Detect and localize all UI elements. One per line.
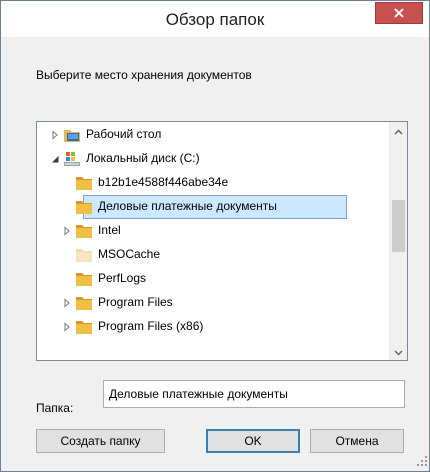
scroll-thumb[interactable] — [392, 200, 405, 252]
folder-icon — [75, 198, 93, 216]
scroll-down-button[interactable] — [390, 343, 407, 360]
tree-item-selected[interactable]: Деловые платежные документы — [37, 195, 387, 219]
folder-icon — [75, 294, 93, 312]
cancel-button[interactable]: Отмена — [310, 429, 404, 453]
scroll-up-button[interactable] — [390, 122, 407, 139]
tree-item[interactable]: Program Files — [37, 291, 387, 314]
tree-item-label: Program Files (x86) — [98, 319, 204, 333]
tree-item-label: Рабочий стол — [86, 127, 162, 141]
tree-item[interactable]: Program Files (x86) — [37, 315, 387, 338]
folder-icon — [75, 318, 93, 336]
ok-button[interactable]: OK — [206, 429, 300, 453]
folder-icon — [75, 174, 93, 192]
close-button[interactable] — [375, 2, 423, 24]
tree-item[interactable]: b12b1e4588f446abe34e — [37, 171, 387, 194]
tree-item-label: b12b1e4588f446abe34e — [98, 175, 229, 189]
tree-item-label: PerfLogs — [98, 271, 147, 285]
tree-item-label: Деловые платежные документы — [98, 199, 277, 213]
title-bar[interactable]: Обзор папок — [1, 1, 429, 37]
tree-item-label: Локальный диск (C:) — [86, 151, 200, 165]
drive-icon — [63, 150, 81, 168]
dialog-title: Обзор папок — [165, 10, 265, 29]
folder-hidden-icon — [75, 246, 93, 264]
folder-icon — [75, 270, 93, 288]
tree-expanded-icon[interactable] — [50, 153, 60, 163]
desktop-folder-icon — [63, 126, 81, 144]
folder-field-label: Папка: — [36, 401, 74, 415]
tree-item-label: Intel — [98, 223, 121, 237]
tree-collapsed-icon[interactable] — [62, 297, 72, 308]
tree-collapsed-icon[interactable] — [62, 225, 72, 236]
chevron-up-icon — [394, 124, 403, 138]
close-icon — [394, 8, 404, 18]
new-folder-button[interactable]: Создать папку — [36, 429, 165, 453]
folder-icon — [75, 222, 93, 240]
tree-item[interactable]: Локальный диск (C:) — [37, 147, 387, 170]
tree-item-label: MSOCache — [98, 247, 161, 261]
tree-collapsed-icon[interactable] — [62, 321, 72, 332]
folder-name-input[interactable] — [103, 380, 405, 408]
tree-item[interactable]: Рабочий стол — [37, 123, 387, 146]
folder-tree[interactable]: Рабочий стол Локальный диск (C:) b12b1e458… — [36, 121, 408, 361]
dialog-prompt: Выберите место хранения документов — [36, 68, 252, 82]
vertical-scrollbar[interactable] — [389, 122, 407, 360]
tree-item[interactable]: MSOCache — [37, 243, 387, 266]
tree-item[interactable]: PerfLogs — [37, 267, 387, 290]
resize-grip-icon[interactable] — [416, 455, 428, 470]
tree-collapsed-icon[interactable] — [50, 129, 60, 140]
chevron-down-icon — [394, 345, 403, 359]
tree-item[interactable]: Intel — [37, 219, 387, 242]
tree-item-label: Program Files — [98, 295, 173, 309]
